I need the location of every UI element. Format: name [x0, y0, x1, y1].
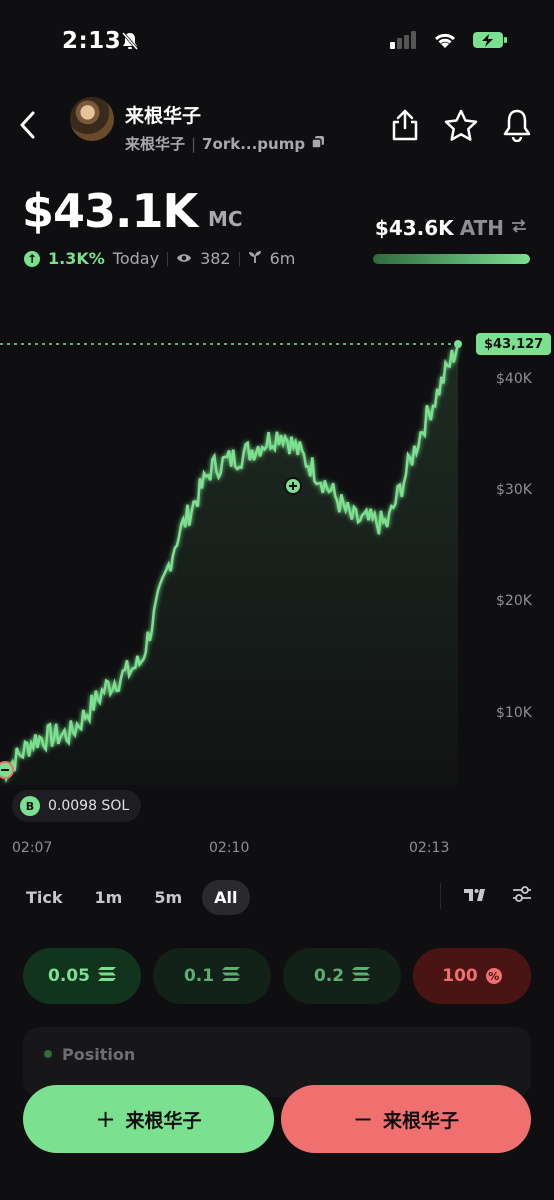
favorite-button[interactable]	[444, 109, 478, 145]
status-time: 2:13	[62, 28, 122, 54]
token-sub-info: 来根华子 | 7ork...pump	[125, 133, 325, 154]
bell-icon	[502, 109, 532, 146]
percent-icon: %	[485, 968, 502, 984]
sell-label: 来根华子	[383, 1109, 460, 1132]
quick-buy-amount: 0.05	[48, 966, 90, 986]
minus-icon: −	[352, 1105, 374, 1133]
views-count: 382	[200, 249, 231, 268]
copy-icon[interactable]	[311, 135, 325, 153]
position-label: Position	[62, 1045, 136, 1064]
token-symbol: 来根华子	[125, 135, 186, 153]
trade-amount: 0.0098 SOL	[48, 798, 130, 814]
solana-icon	[352, 966, 371, 986]
timeframe-tabs: Tick 1m 5m All	[14, 880, 250, 915]
sell-button[interactable]: − 来根华子	[281, 1085, 531, 1153]
alert-button[interactable]	[502, 108, 532, 146]
ath-value: $43.6K	[374, 216, 454, 240]
ath-row[interactable]: $43.6K ATH	[375, 216, 528, 240]
buy-button[interactable]: + 来根华子	[23, 1085, 274, 1153]
trade-marker-start	[0, 761, 14, 779]
share-icon	[390, 109, 420, 146]
tab-all[interactable]: All	[202, 880, 250, 915]
token-avatar	[70, 97, 114, 141]
price-area	[0, 344, 458, 785]
change-period: Today	[112, 249, 160, 268]
x-tick-label: 02:13	[409, 840, 449, 856]
quick-sell-100-percent-button[interactable]: 100 %	[413, 948, 531, 1004]
sprout-icon	[248, 249, 262, 268]
last-price-tag: $43,127	[476, 333, 552, 355]
position-dot	[44, 1050, 52, 1058]
solana-icon	[97, 966, 116, 986]
plus-icon: +	[95, 1105, 116, 1133]
market-cap-unit: MC	[208, 207, 243, 231]
quick-buy-0-2-button[interactable]: 0.2	[283, 948, 401, 1004]
separator: |	[191, 134, 197, 153]
silent-mode-icon	[120, 31, 140, 55]
divider	[167, 251, 169, 266]
y-tick-label: $40K	[496, 371, 533, 387]
cellular-signal-icon	[390, 31, 418, 53]
settings-sliders-icon[interactable]	[512, 884, 532, 908]
trade-marker-plus	[284, 477, 302, 495]
star-icon	[444, 109, 478, 145]
divider	[440, 883, 441, 909]
divider	[238, 251, 240, 266]
quick-buy-amount: 0.2	[313, 966, 345, 986]
token-name: 来根华子	[125, 105, 202, 127]
price-chart[interactable]: $40K $30K $20K $10K 02:07 02:10 02:13	[0, 330, 554, 870]
y-tick-label: $10K	[496, 705, 533, 721]
contract-address[interactable]: 7ork...pump	[202, 135, 305, 153]
eye-icon	[176, 249, 192, 268]
change-percent: 1.3K%	[48, 249, 105, 268]
ath-label: ATH	[459, 216, 504, 240]
back-button[interactable]	[18, 110, 38, 144]
buy-badge: B	[20, 796, 40, 816]
quick-buy-0-1-button[interactable]: 0.1	[153, 948, 271, 1004]
last-price-dot	[454, 340, 462, 348]
tab-tick[interactable]: Tick	[14, 880, 75, 915]
x-tick-label: 02:07	[12, 840, 52, 856]
chart-tools	[464, 884, 532, 908]
share-button[interactable]	[390, 108, 420, 146]
tab-5m[interactable]: 5m	[142, 880, 194, 915]
quick-sell-amount: 100	[442, 966, 478, 986]
tab-1m[interactable]: 1m	[83, 880, 135, 915]
buy-label: 来根华子	[125, 1109, 202, 1132]
wifi-icon	[432, 30, 458, 54]
stats-row: ↑ 1.3K% Today 382 6m	[24, 249, 295, 268]
y-tick-label: $20K	[496, 593, 533, 609]
market-cap-value: $43.1K	[22, 184, 198, 238]
solana-icon	[222, 966, 241, 986]
battery-charging-icon	[472, 30, 508, 54]
status-icons	[390, 30, 508, 54]
tradingview-icon[interactable]	[464, 887, 488, 906]
quick-buy-0-05-button[interactable]: 0.05	[23, 948, 141, 1004]
swap-icon	[510, 217, 528, 239]
token-age: 6m	[269, 249, 296, 268]
arrow-up-icon: ↑	[24, 250, 40, 267]
x-tick-label: 02:10	[209, 840, 249, 856]
ath-progress-bar	[373, 254, 530, 264]
y-tick-label: $30K	[496, 482, 533, 498]
quick-buy-amount: 0.1	[183, 966, 215, 986]
trade-badge[interactable]: B 0.0098 SOL	[12, 790, 142, 822]
